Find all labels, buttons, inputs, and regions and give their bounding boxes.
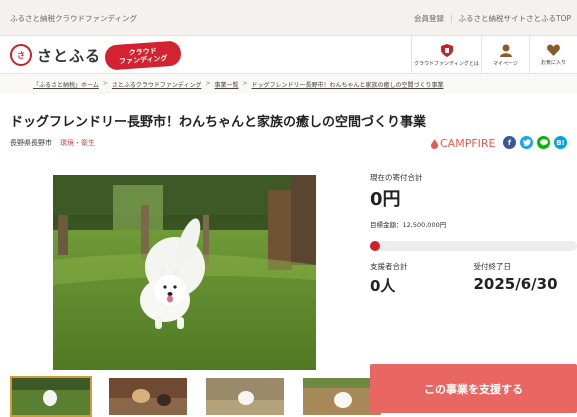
- supporters-label: 支援者合計: [370, 262, 408, 271]
- thumbnail[interactable]: [10, 376, 92, 417]
- facebook-share-icon[interactable]: f: [503, 136, 516, 149]
- region-label[interactable]: 長野県長野市: [10, 138, 52, 148]
- breadcrumb-home[interactable]: 「ふるさと納税」ホーム: [33, 80, 99, 89]
- deadline-date: 2025/6/30: [473, 275, 558, 293]
- logo-icon[interactable]: さ: [10, 44, 32, 66]
- logo-text[interactable]: さとふる: [37, 45, 101, 66]
- partner-name: CAMPFIRE: [440, 137, 496, 150]
- breadcrumb-current[interactable]: ドッグフレンドリー長野市！わんちゃんと家族の癒しの空間づくり事業: [252, 80, 444, 89]
- nav-favorites[interactable]: お気に入り: [529, 36, 577, 74]
- shield-icon: [440, 43, 453, 57]
- crowdfunding-badge[interactable]: クラウド ファンディング: [104, 40, 182, 71]
- twitter-share-icon[interactable]: [520, 136, 533, 149]
- category-tag[interactable]: 環境・衛生: [60, 138, 95, 148]
- progress-indicator: [370, 241, 380, 251]
- campfire-logo[interactable]: CAMPFIRE: [431, 137, 496, 150]
- nav-label: マイページ: [493, 60, 518, 67]
- page-title: ドッグフレンドリー長野市！わんちゃんと家族の癒しの空間づくり事業: [10, 115, 427, 130]
- main-photo: [53, 175, 316, 370]
- goal-amount: 目標金額：12,500,000円: [370, 221, 447, 229]
- site-header: さ さとふる クラウド ファンディング クラウドファンディングとは マイページ …: [0, 36, 577, 74]
- breadcrumb: 「ふるさと納税」ホーム > さとふるクラウドファンディング > 事業一覧 > ド…: [33, 80, 444, 89]
- badge-line-2: ファンディング: [118, 53, 168, 66]
- breadcrumb-separator: >: [242, 80, 248, 87]
- current-donation-label: 現在の寄付合計: [370, 173, 423, 182]
- satofull-top-link[interactable]: ふるさと納税サイトさとふるTOP: [458, 13, 571, 24]
- line-share-icon[interactable]: [537, 136, 550, 149]
- nav-mypage[interactable]: マイページ: [481, 36, 529, 74]
- progress-bar: [370, 241, 577, 251]
- funding-panel: 現在の寄付合計 0円 目標金額：12,500,000円 支援者合計 0人 受付終…: [370, 172, 577, 296]
- nav-about-crowdfunding[interactable]: クラウドファンディングとは: [411, 36, 481, 74]
- top-bar: ふるさと納税クラウドファンディング 会員登録 | ふるさと納税サイトさとふるTO…: [0, 0, 577, 36]
- thumbnail-strip: [10, 376, 383, 417]
- site-tagline: ふるさと納税クラウドファンディング: [10, 14, 137, 23]
- hatena-share-icon[interactable]: B!: [554, 136, 567, 149]
- register-link[interactable]: 会員登録: [414, 13, 444, 24]
- divider: |: [449, 14, 453, 23]
- share-buttons: f B!: [503, 136, 567, 149]
- current-donation-amount: 0円: [370, 189, 401, 210]
- header-nav: クラウドファンディングとは マイページ お気に入り: [411, 36, 577, 74]
- project-meta: 長野県長野市 環境・衛生: [10, 138, 95, 148]
- nav-label: クラウドファンディングとは: [414, 60, 479, 67]
- supporters-count: 0人: [370, 277, 396, 295]
- thumbnail[interactable]: [107, 376, 189, 417]
- flame-icon: [431, 138, 438, 149]
- heart-icon: [547, 44, 560, 56]
- thumbnail[interactable]: [204, 376, 286, 417]
- breadcrumb-separator: >: [205, 80, 211, 87]
- support-project-button[interactable]: この事業を支援する: [370, 364, 577, 413]
- breadcrumb-project-list[interactable]: 事業一覧: [214, 80, 238, 89]
- breadcrumb-separator: >: [102, 80, 108, 87]
- deadline-label: 受付終了日: [473, 262, 512, 271]
- user-icon: [499, 44, 512, 57]
- breadcrumb-bar: 「ふるさと納税」ホーム > さとふるクラウドファンディング > 事業一覧 > ド…: [0, 74, 577, 94]
- breadcrumb-crowdfunding[interactable]: さとふるクラウドファンディング: [112, 80, 202, 89]
- nav-label: お気に入り: [540, 60, 566, 66]
